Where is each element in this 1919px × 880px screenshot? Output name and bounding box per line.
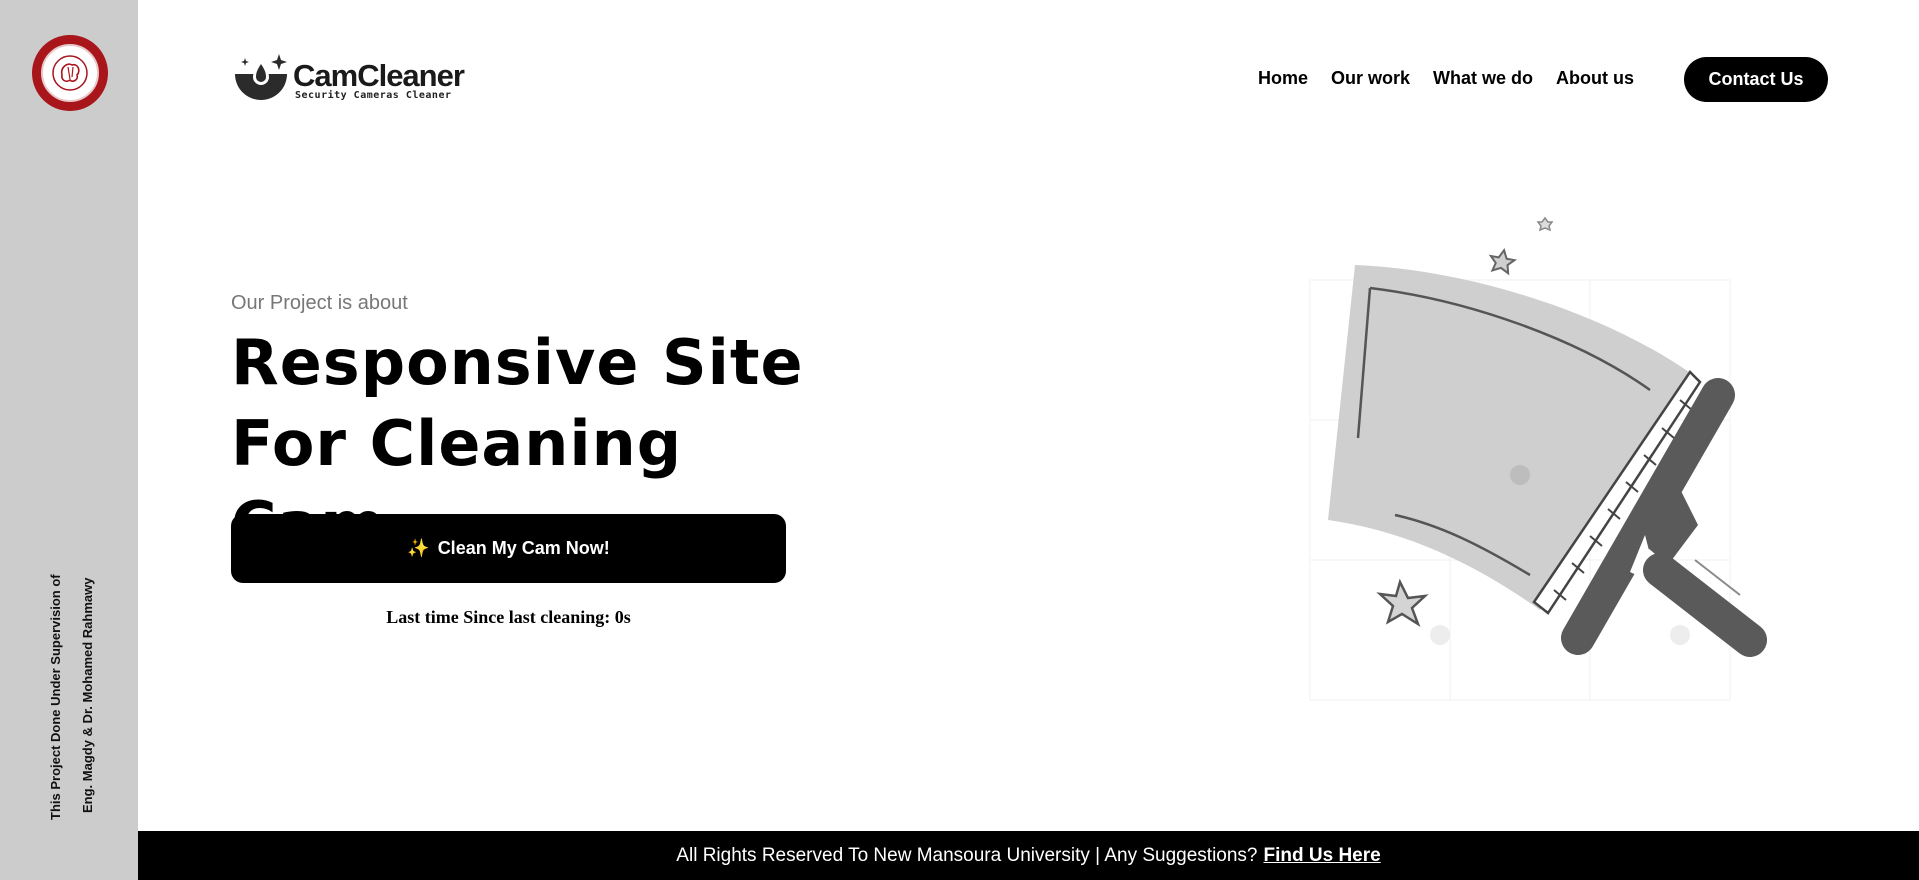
nav-about-us[interactable]: About us: [1556, 68, 1634, 89]
brain-icon: [41, 44, 99, 102]
find-us-link[interactable]: Find Us Here: [1264, 845, 1381, 867]
contact-us-button[interactable]: Contact Us: [1684, 57, 1828, 102]
hero-title-line-1: Responsive Site: [231, 326, 804, 399]
water-drop-icon: [235, 54, 287, 100]
brand-name: CamCleaner: [293, 58, 465, 93]
brand-tagline: Security Cameras Cleaner: [295, 90, 452, 101]
main-nav: Home Our work What we do About us: [1258, 68, 1634, 89]
squeegee-icon: [1309, 216, 1767, 701]
footer-text: All Rights Reserved To New Mansoura Univ…: [676, 844, 1258, 866]
clean-my-cam-button[interactable]: ✨ Clean My Cam Now!: [231, 514, 786, 583]
university-logo: [32, 35, 108, 111]
brand-logo[interactable]: CamCleaner Security Cameras Cleaner: [233, 48, 465, 108]
sidebar: This Project Done Under Supervision of E…: [0, 0, 138, 880]
credit-line-2: Eng. Magdy & Dr. Mohamed Rahmawy: [80, 577, 95, 814]
nav-our-work[interactable]: Our work: [1331, 68, 1410, 89]
supervision-credit: This Project Done Under Supervision of E…: [42, 555, 102, 825]
nav-home[interactable]: Home: [1258, 68, 1308, 89]
clean-button-label: Clean My Cam Now!: [437, 538, 610, 558]
sparkles-icon: ✨: [407, 538, 430, 558]
last-cleaning-status: Last time Since last cleaning: 0s: [386, 607, 631, 627]
nav-what-we-do[interactable]: What we do: [1433, 68, 1533, 89]
credit-line-1: This Project Done Under Supervision of: [48, 574, 63, 820]
hero-eyebrow: Our Project is about: [231, 292, 408, 314]
footer: All Rights Reserved To New Mansoura Univ…: [138, 831, 1919, 880]
